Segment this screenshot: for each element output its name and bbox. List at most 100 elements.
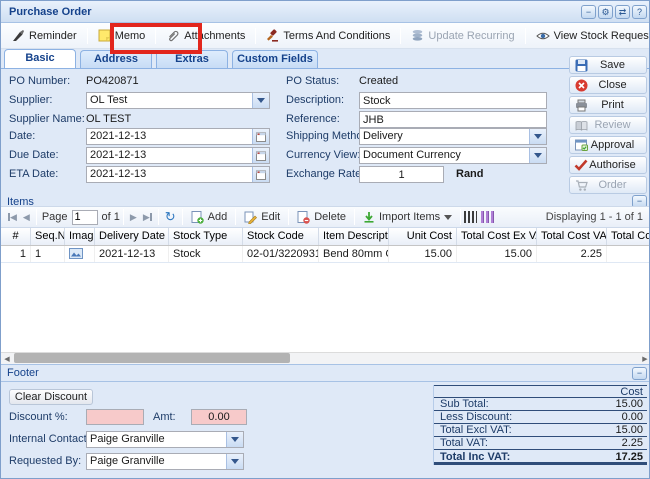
- col-header[interactable]: Stock Type: [169, 228, 243, 245]
- requested-by-combo[interactable]: Paige Granville: [86, 453, 244, 470]
- last-page-icon[interactable]: ▶: [140, 212, 155, 223]
- eta-date-label: ETA Date:: [9, 168, 58, 180]
- tab-basic[interactable]: Basic: [4, 49, 76, 68]
- col-header[interactable]: Total Cost I: [607, 228, 650, 245]
- po-number-value: PO420871: [86, 75, 139, 87]
- scroll-left-icon[interactable]: ◀: [1, 355, 13, 363]
- of-label: of 1: [102, 211, 120, 223]
- supplier-combo[interactable]: OL Test: [86, 92, 270, 109]
- description-input[interactable]: [359, 92, 547, 109]
- tab-address[interactable]: Address: [80, 50, 152, 68]
- approval-calendar-icon: [573, 139, 589, 152]
- col-header[interactable]: Stock Code: [243, 228, 319, 245]
- paperclip-icon: [166, 29, 180, 43]
- view-stock-request-button[interactable]: View Stock Request: [529, 27, 650, 45]
- delete-page-icon: [297, 211, 310, 224]
- items-panel-header: Items: [1, 194, 650, 206]
- floppy-disk-icon: [573, 59, 589, 72]
- col-header[interactable]: Item Description: [319, 228, 389, 245]
- po-status-value: Created: [359, 75, 398, 87]
- scroll-right-icon[interactable]: ▶: [639, 355, 650, 363]
- internal-contact-combo[interactable]: Paige Granville: [86, 431, 244, 448]
- calendar-icon[interactable]: [252, 129, 269, 144]
- refresh-icon[interactable]: ⇄: [615, 5, 630, 19]
- col-header[interactable]: Delivery Date: [95, 228, 169, 245]
- add-item-button[interactable]: Add: [186, 209, 233, 226]
- prev-page-icon[interactable]: ◀: [20, 212, 33, 223]
- chevron-down-icon[interactable]: [252, 93, 269, 108]
- memo-button[interactable]: Memo: [91, 26, 153, 45]
- footer-panel-title: Footer: [7, 367, 39, 379]
- table-row[interactable]: 1 1 2021-12-13 Stock 02-01/3220931 Bend …: [1, 246, 650, 263]
- chevron-down-icon[interactable]: [529, 148, 546, 163]
- refresh-grid-icon[interactable]: ↻: [162, 209, 179, 225]
- delete-item-button[interactable]: Delete: [292, 209, 351, 226]
- reference-input[interactable]: [359, 111, 547, 128]
- chevron-down-icon[interactable]: [226, 454, 243, 469]
- edit-item-button[interactable]: Edit: [239, 209, 285, 226]
- toolbar-separator: [155, 28, 156, 44]
- minimize-button[interactable]: −: [581, 5, 596, 19]
- page-label: Page: [42, 211, 68, 223]
- approval-button[interactable]: Approval: [569, 136, 647, 154]
- col-header[interactable]: Image: [65, 228, 95, 245]
- date-field[interactable]: 2021-12-13: [86, 128, 270, 145]
- calendar-icon[interactable]: [252, 148, 269, 163]
- exchange-rate-input[interactable]: [359, 166, 444, 183]
- col-header[interactable]: Seq.No: [31, 228, 65, 245]
- po-number-label: PO Number:: [9, 75, 70, 87]
- reference-label: Reference:: [286, 113, 340, 125]
- close-button[interactable]: Close: [569, 76, 647, 94]
- chevron-down-icon[interactable]: [529, 129, 546, 144]
- currency-view-label: Currency View:: [286, 149, 360, 161]
- col-header[interactable]: Total Cost VAT: [537, 228, 607, 245]
- col-header[interactable]: Unit Cost: [389, 228, 457, 245]
- supplier-label: Supplier:: [9, 94, 52, 106]
- help-button[interactable]: ?: [632, 5, 647, 19]
- close-x-icon: [573, 79, 589, 92]
- currency-view-combo[interactable]: Document Currency: [359, 147, 547, 164]
- discount-input[interactable]: [86, 409, 144, 425]
- window-titlebar: Purchase Order − ⚙ ⇄ ?: [1, 1, 650, 23]
- barcode-dark-icon[interactable]: [464, 211, 477, 223]
- footer-collapse-button[interactable]: −: [632, 367, 647, 380]
- terms-and-conditions-button[interactable]: Terms And Conditions: [259, 26, 397, 45]
- scrollbar-thumb[interactable]: [14, 353, 290, 363]
- tab-custom-fields[interactable]: Custom Fields: [232, 50, 318, 68]
- pencil-icon: [244, 211, 257, 224]
- displaying-status: Displaying 1 - 1 of 1: [546, 211, 647, 223]
- supplier-name-label: Supplier Name:: [9, 113, 85, 125]
- clear-discount-button[interactable]: Clear Discount: [9, 389, 93, 405]
- first-page-icon[interactable]: ◀: [5, 212, 20, 223]
- due-date-field[interactable]: 2021-12-13: [86, 147, 270, 164]
- col-header[interactable]: #: [1, 228, 31, 245]
- import-arrow-icon: [363, 211, 375, 223]
- shipping-method-combo[interactable]: Delivery: [359, 128, 547, 145]
- chevron-down-icon[interactable]: [226, 432, 243, 447]
- calendar-icon[interactable]: [252, 167, 269, 182]
- import-items-button[interactable]: Import Items: [358, 209, 457, 225]
- order-button[interactable]: Order: [569, 176, 647, 194]
- barcode-purple-icon[interactable]: [481, 211, 494, 223]
- reminder-button[interactable]: Reminder: [5, 26, 84, 45]
- update-recurring-button[interactable]: Update Recurring: [404, 26, 521, 45]
- tab-extras[interactable]: Extras: [156, 50, 228, 68]
- database-stack-icon: [411, 29, 424, 42]
- print-button[interactable]: Print: [569, 96, 647, 114]
- settings-gear-icon[interactable]: ⚙: [598, 5, 613, 19]
- requested-by-label: Requested By:: [9, 455, 81, 467]
- attachments-button[interactable]: Attachments: [159, 26, 252, 46]
- col-header[interactable]: Total Cost Ex VAT: [457, 228, 537, 245]
- page-number-input[interactable]: [72, 210, 98, 225]
- printer-icon: [573, 99, 589, 112]
- book-icon: [573, 119, 589, 132]
- less-discount-row: Less Discount: 0.00: [434, 411, 647, 424]
- save-button[interactable]: Save: [569, 56, 647, 74]
- cart-icon: [573, 179, 589, 192]
- authorise-button[interactable]: Authorise: [569, 156, 647, 174]
- eta-date-field[interactable]: 2021-12-13: [86, 166, 270, 183]
- total-vat-row: Total VAT: 2.25: [434, 437, 647, 450]
- review-button[interactable]: Review: [569, 116, 647, 134]
- next-page-icon[interactable]: ▶: [127, 212, 140, 223]
- amt-input[interactable]: [191, 409, 247, 425]
